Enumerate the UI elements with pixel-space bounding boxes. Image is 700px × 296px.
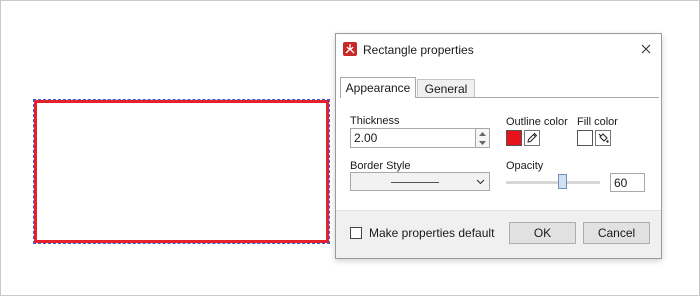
close-button[interactable] bbox=[637, 40, 655, 58]
dialog-title: Rectangle properties bbox=[363, 43, 474, 57]
close-icon bbox=[641, 44, 651, 54]
thickness-label: Thickness bbox=[350, 115, 400, 127]
thickness-stepper[interactable] bbox=[476, 128, 490, 148]
outline-color-picker-button[interactable] bbox=[524, 130, 540, 146]
opacity-slider-track[interactable] bbox=[506, 181, 600, 184]
thickness-input[interactable]: 2.00 bbox=[350, 128, 476, 148]
chevron-down-icon bbox=[476, 179, 485, 185]
make-default-checkbox[interactable] bbox=[350, 227, 362, 239]
cancel-button[interactable]: Cancel bbox=[583, 222, 650, 244]
opacity-slider-thumb[interactable] bbox=[558, 174, 567, 189]
opacity-input[interactable]: 60 bbox=[610, 173, 645, 192]
solid-line-preview bbox=[391, 182, 439, 183]
border-style-label: Border Style bbox=[350, 160, 411, 172]
spin-down-icon[interactable] bbox=[476, 138, 489, 147]
dialog-footer: Make properties default OK Cancel bbox=[336, 210, 661, 258]
rectangle-properties-dialog: Rectangle properties Appearance General … bbox=[335, 33, 662, 259]
make-default-label: Make properties default bbox=[369, 226, 495, 240]
tab-appearance[interactable]: Appearance bbox=[340, 77, 416, 98]
spin-up-icon[interactable] bbox=[476, 129, 489, 138]
selected-rectangle-annotation[interactable] bbox=[33, 99, 330, 244]
outline-color-label: Outline color bbox=[506, 116, 568, 128]
outline-color-swatch[interactable] bbox=[506, 130, 522, 146]
tab-general[interactable]: General bbox=[417, 79, 475, 98]
fill-color-label: Fill color bbox=[577, 116, 618, 128]
fill-color-picker-button[interactable] bbox=[595, 130, 611, 146]
border-style-dropdown[interactable] bbox=[350, 172, 490, 191]
opacity-label: Opacity bbox=[506, 160, 544, 172]
pencil-icon bbox=[527, 132, 538, 143]
ok-button[interactable]: OK bbox=[509, 222, 576, 244]
pdf-app-icon bbox=[343, 42, 357, 56]
paint-bucket-icon bbox=[598, 133, 609, 143]
dialog-titlebar: Rectangle properties bbox=[336, 34, 661, 64]
fill-color-swatch[interactable] bbox=[577, 130, 593, 146]
